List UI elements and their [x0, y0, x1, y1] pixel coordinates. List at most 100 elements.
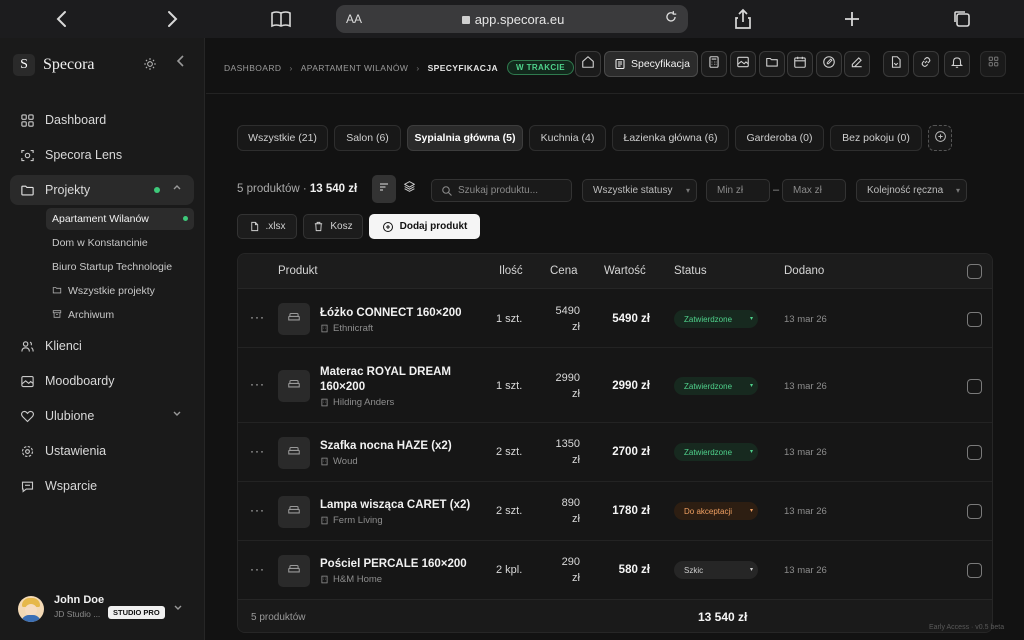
nav-moodboardy[interactable]: Moodboardy [10, 366, 194, 396]
col-product[interactable]: Produkt [278, 265, 318, 277]
project-archive[interactable]: Archiwum [46, 304, 194, 326]
trash-button[interactable]: Kosz [303, 214, 363, 239]
url-bar[interactable]: AA app.specora.eu [336, 5, 688, 33]
min-price-field[interactable] [706, 179, 770, 202]
table-row[interactable]: ··· Szafka nocna HAZE (x2) Woud 2 szt. 1… [238, 424, 992, 482]
status-dropdown[interactable]: Do akceptacji ▾ [674, 502, 758, 520]
tabs-overview-icon[interactable] [950, 7, 974, 31]
status-dropdown[interactable]: Zatwierdzone ▾ [674, 443, 758, 461]
more-icon[interactable]: ··· [250, 377, 265, 391]
row-checkbox[interactable] [967, 504, 982, 519]
moodboard-button[interactable] [730, 51, 756, 77]
nav-ustawienia[interactable]: Ustawienia [10, 436, 194, 466]
nav-dashboard[interactable]: Dashboard [10, 105, 194, 135]
project-apartament-wilanow[interactable]: Apartament Wilanów [46, 208, 194, 230]
status-dropdown[interactable]: Zatwierdzone ▾ [674, 310, 758, 328]
nav-klienci[interactable]: Klienci [10, 331, 194, 361]
status-dropdown[interactable]: Szkic ▾ [674, 561, 758, 579]
edit-button[interactable] [816, 51, 842, 77]
row-checkbox[interactable] [967, 445, 982, 460]
tab-garderoba[interactable]: Garderoba (0) [735, 125, 824, 151]
tab-lazienka-glowna[interactable]: Łazienka główna (6) [612, 125, 729, 151]
layers-view-button[interactable] [397, 175, 421, 203]
row-checkbox[interactable] [967, 563, 982, 578]
chevron-up-icon[interactable] [172, 182, 182, 195]
table-row[interactable]: ··· Materac ROYAL DREAM 160×200 Hilding … [238, 349, 992, 423]
nav-specora-lens[interactable]: Specora Lens [10, 140, 194, 170]
more-icon[interactable]: ··· [250, 503, 265, 517]
chevron-down-icon[interactable] [173, 602, 183, 615]
calendar-button[interactable] [787, 51, 813, 77]
tab-salon[interactable]: Salon (6) [334, 125, 401, 151]
tab-bez-pokoju[interactable]: Bez pokoju (0) [830, 125, 922, 151]
col-status[interactable]: Status [674, 265, 707, 277]
tab-wszystkie[interactable]: Wszystkie (21) [237, 125, 328, 151]
breadcrumb-dashboard[interactable]: DASHBOARD [224, 63, 281, 73]
export-xlsx-button[interactable]: .xlsx [237, 214, 297, 239]
add-product-button[interactable]: Dodaj produkt [369, 214, 480, 239]
share-link-button[interactable] [913, 51, 939, 77]
export-pdf-button[interactable] [883, 51, 909, 77]
search-field[interactable] [431, 179, 572, 202]
product-name[interactable]: Szafka nocna HAZE (x2) [320, 439, 475, 454]
add-room-button[interactable] [928, 125, 952, 151]
files-button[interactable] [759, 51, 785, 77]
book-icon[interactable] [269, 7, 293, 31]
col-qty[interactable]: Ilość [499, 265, 523, 277]
pencil-icon [850, 55, 864, 74]
notes-button[interactable] [844, 51, 870, 77]
nav-projekty[interactable]: Projekty [10, 175, 194, 205]
nav-wsparcie[interactable]: Wsparcie [10, 471, 194, 501]
home-button[interactable] [575, 51, 601, 77]
product-name[interactable]: Pościel PERCALE 160×200 [320, 557, 475, 572]
product-name[interactable]: Łóżko CONNECT 160×200 [320, 306, 475, 321]
col-added[interactable]: Dodano [784, 265, 824, 277]
project-dom-w-konstancinie[interactable]: Dom w Konstancinie [46, 232, 194, 254]
row-checkbox[interactable] [967, 379, 982, 394]
theme-toggle-icon[interactable] [143, 57, 157, 74]
specification-button[interactable]: Specyfikacja [604, 51, 698, 77]
apps-button[interactable] [980, 51, 1006, 77]
user-profile[interactable]: John Doe JD Studio ... STUDIO PRO [18, 594, 188, 624]
more-icon[interactable]: ··· [250, 444, 265, 458]
max-price-field[interactable] [782, 179, 846, 202]
search-input[interactable] [458, 185, 571, 196]
table-row[interactable]: ··· Lampa wisząca CARET (x2) Ferm Living… [238, 483, 992, 541]
min-price-input[interactable] [717, 185, 769, 196]
calculator-button[interactable] [701, 51, 727, 77]
table-row[interactable]: ··· Pościel PERCALE 160×200 H&M Home 2 k… [238, 542, 992, 600]
list-view-button[interactable] [372, 175, 396, 203]
back-icon[interactable] [50, 7, 74, 31]
nav-ulubione[interactable]: Ulubione [10, 401, 194, 431]
reload-icon[interactable] [660, 10, 678, 28]
row-checkbox[interactable] [967, 312, 982, 327]
collapse-sidebar-icon[interactable] [175, 54, 187, 73]
chevron-down-icon[interactable] [172, 408, 182, 421]
status-select[interactable]: Wszystkie statusy ▾ [582, 179, 697, 202]
more-icon[interactable]: ··· [250, 562, 265, 576]
product-name[interactable]: Materac ROYAL DREAM 160×200 [320, 365, 475, 395]
notifications-button[interactable] [944, 51, 970, 77]
table-row[interactable]: ··· Łóżko CONNECT 160×200 Ethnicraft 1 s… [238, 290, 992, 348]
breadcrumb-project[interactable]: APARTAMENT WILANÓW [301, 63, 409, 73]
status-dropdown[interactable]: Zatwierdzone ▾ [674, 377, 758, 395]
product-qty: 2 szt. [496, 505, 523, 517]
forward-icon[interactable] [160, 7, 184, 31]
reader-aa-button[interactable]: AA [346, 12, 366, 26]
col-value[interactable]: Wartość [604, 265, 646, 277]
product-name[interactable]: Lampa wisząca CARET (x2) [320, 498, 475, 513]
tab-sypialnia-glowna[interactable]: Sypialnia główna (5) [407, 125, 523, 151]
col-price[interactable]: Cena [550, 265, 578, 277]
max-price-input[interactable] [793, 185, 845, 196]
share-icon[interactable] [731, 7, 755, 31]
more-icon[interactable]: ··· [250, 310, 265, 324]
search-icon [441, 185, 453, 200]
brand[interactable]: S Specora [13, 54, 95, 76]
select-all-checkbox[interactable] [967, 264, 982, 279]
project-all-projects[interactable]: Wszystkie projekty [46, 280, 194, 302]
url-text[interactable]: app.specora.eu [366, 12, 660, 27]
project-biuro-startup[interactable]: Biuro Startup Technologie [46, 256, 194, 278]
order-select[interactable]: Kolejność ręczna ▾ [856, 179, 967, 202]
tab-kuchnia[interactable]: Kuchnia (4) [529, 125, 606, 151]
new-tab-icon[interactable] [840, 7, 864, 31]
